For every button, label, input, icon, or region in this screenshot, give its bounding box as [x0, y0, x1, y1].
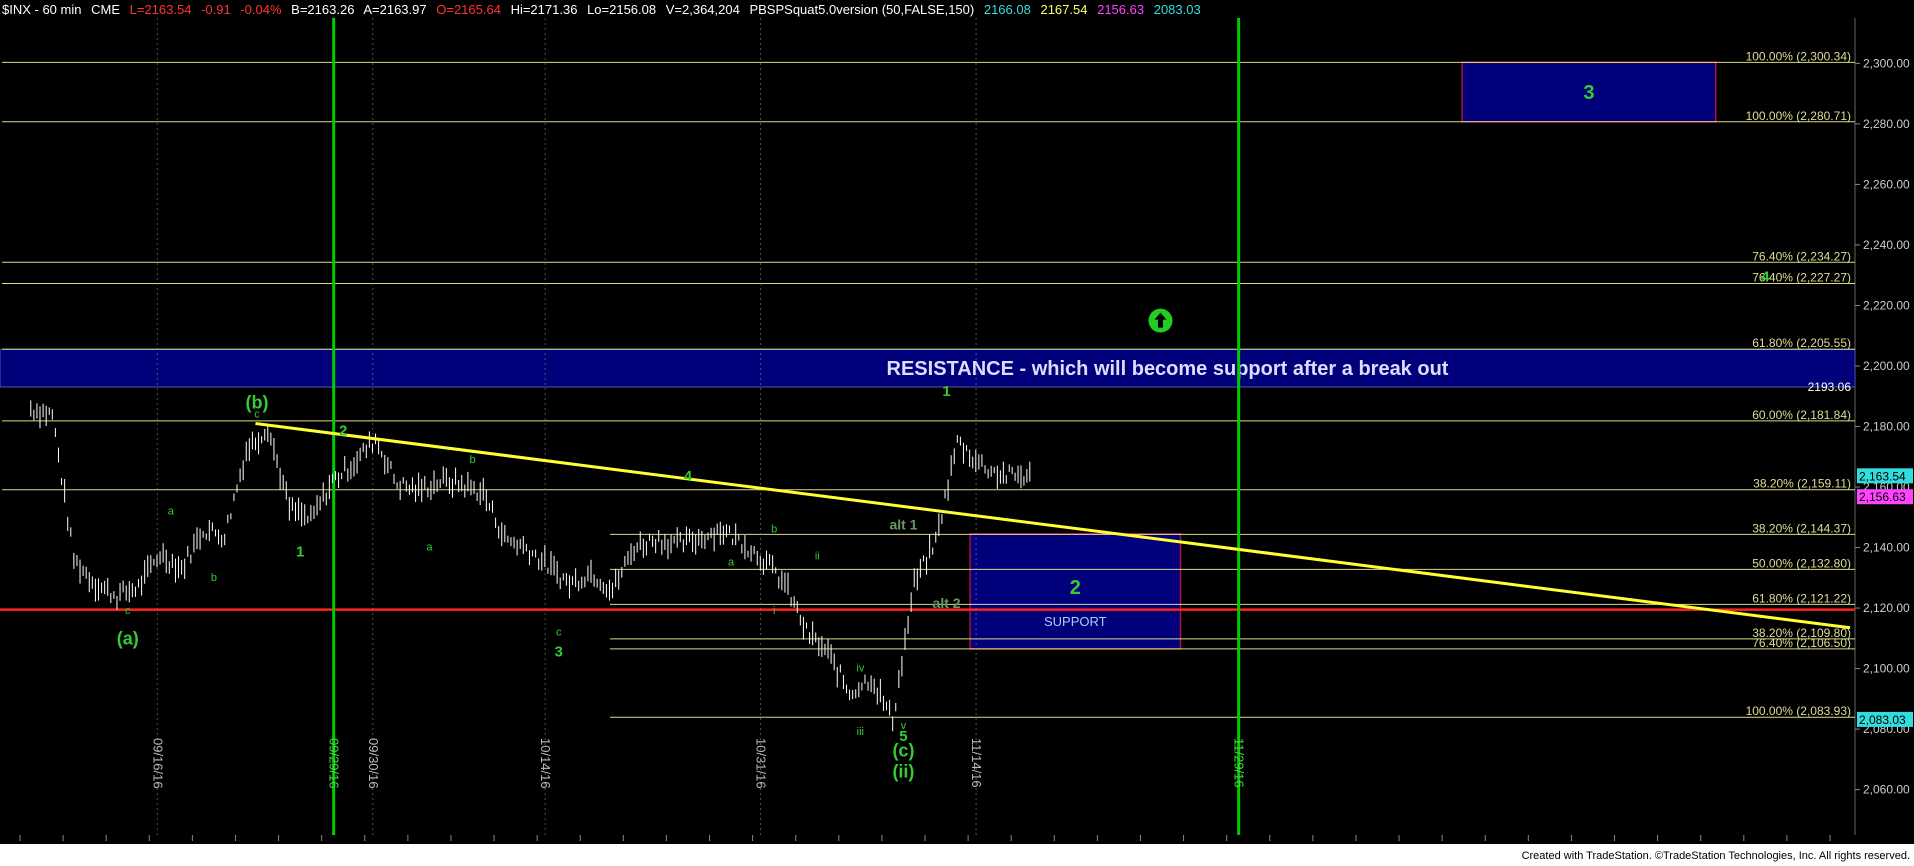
wave-label: i [773, 605, 775, 617]
y-tick-label: 2,100.00 [1863, 662, 1910, 676]
vertical-marker-label: 11/29/16 [1232, 738, 1247, 788]
wave-label: a [728, 557, 735, 569]
wave-label: 1 [296, 544, 304, 561]
wave-label: a [168, 505, 175, 517]
fib-line-label: 38.20% (2,144.37) [1752, 521, 1851, 535]
fib-line-label: 100.00% (2,300.34) [1746, 49, 1851, 63]
wave-label: 1 [942, 383, 950, 400]
support-zone-number: 2 [1070, 577, 1081, 599]
y-tick-label: 2,060.00 [1863, 783, 1910, 797]
y-tick-label: 2,140.00 [1863, 541, 1910, 555]
wave-label: alt 2 [933, 595, 961, 611]
fib-line-label: 61.80% (2,205.55) [1752, 336, 1851, 350]
wave-label: iv [856, 663, 864, 675]
fib-line-label: 61.80% (2,121.22) [1752, 591, 1851, 605]
vertical-marker-label: 11/14/16 [969, 738, 984, 788]
y-tick-label: 2,240.00 [1863, 238, 1910, 252]
wave-label: c [556, 626, 562, 638]
wave-label: v [901, 720, 907, 732]
wave-label: alt 1 [889, 516, 917, 532]
price-bars [30, 400, 1031, 732]
y-tick-label: 2,180.00 [1863, 420, 1910, 434]
wave-label: 3 [555, 643, 563, 660]
wave-label: b [469, 454, 475, 466]
y-tick-label: 2,220.00 [1863, 298, 1910, 312]
wave-label: 2 [339, 423, 347, 440]
resistance-zone-label: RESISTANCE - which will become support a… [887, 358, 1449, 380]
fib-line-label: 60.00% (2,181.84) [1752, 408, 1851, 422]
price-chart: 2,060.002,080.002,100.002,120.002,140.00… [0, 0, 1914, 858]
fib-line-label: 38.20% (2,159.11) [1753, 477, 1851, 491]
wave-label: (a) [117, 628, 139, 648]
wave-label: (c) [892, 740, 914, 760]
vertical-marker-label: 10/14/16 [538, 738, 553, 789]
y-tick-label: 2,120.00 [1863, 601, 1910, 615]
price-tag: 2,163.54 [1859, 469, 1906, 483]
wave-label: b [771, 523, 777, 535]
fib-line-label: 100.00% (2,083.93) [1746, 704, 1851, 718]
y-tick-label: 2,280.00 [1863, 117, 1910, 131]
wave-label: 4 [684, 468, 693, 485]
credit-text: Created with TradeStation. ©TradeStation… [1521, 850, 1910, 862]
price-tag: 2,156.63 [1859, 490, 1906, 504]
wave-label: a [426, 542, 433, 554]
wave-label: c [254, 408, 260, 420]
wave-label: 4 [1761, 268, 1770, 285]
vertical-marker-label: 09/29/16 [327, 738, 342, 789]
price-tag: 2193.06 [1808, 380, 1852, 394]
fib-line-label: 76.40% (2,106.50) [1752, 636, 1851, 650]
support-zone-label: SUPPORT [1044, 614, 1107, 629]
price-tag: 2,083.03 [1859, 713, 1906, 727]
wave-label: b [211, 572, 217, 584]
y-tick-label: 2,200.00 [1863, 359, 1910, 373]
wave-label: ii [815, 551, 820, 563]
y-tick-label: 2,300.00 [1863, 56, 1910, 70]
vertical-marker-label: 09/16/16 [150, 738, 165, 789]
fib-line-label: 76.40% (2,234.27) [1752, 249, 1851, 263]
vertical-marker-label: 10/31/16 [754, 738, 769, 789]
wave-label: (ii) [892, 762, 914, 782]
fib-line-label: 50.00% (2,132.80) [1752, 556, 1851, 570]
vertical-marker-label: 09/30/16 [366, 738, 381, 789]
fib-line-label: 100.00% (2,280.71) [1746, 109, 1851, 123]
target-zone-number: 3 [1583, 82, 1594, 104]
wave-label: c [125, 605, 131, 617]
y-tick-label: 2,260.00 [1863, 177, 1910, 191]
wave-label: iii [857, 726, 864, 738]
chart-window: $INX - 60 min CME L=2163.54 -0.91 -0.04%… [0, 0, 1914, 866]
